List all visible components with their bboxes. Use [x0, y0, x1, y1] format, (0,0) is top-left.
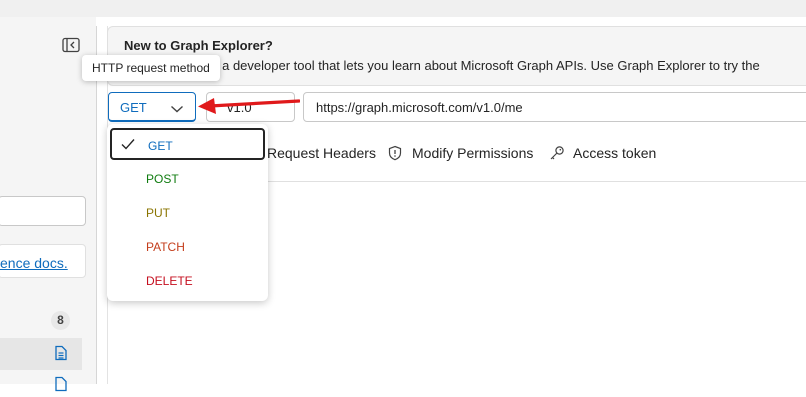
collapse-sidebar-icon[interactable] [62, 37, 80, 53]
method-option-label: DELETE [146, 274, 193, 288]
document-icon [54, 345, 68, 361]
method-option-post[interactable]: POST [110, 163, 265, 195]
sample-search-input[interactable] [0, 196, 86, 226]
selected-method: GET [120, 100, 147, 115]
shield-icon [387, 145, 403, 161]
chevron-down-icon [170, 101, 184, 113]
http-method-select[interactable]: GET [108, 92, 196, 122]
method-option-get[interactable]: GET [110, 128, 265, 160]
method-option-label: POST [146, 172, 179, 186]
method-option-label: PUT [146, 206, 170, 220]
method-option-delete[interactable]: DELETE [110, 265, 265, 297]
method-option-label: PATCH [146, 240, 185, 254]
http-method-dropdown: GET POST PUT PATCH DELETE [107, 124, 268, 301]
banner-title: New to Graph Explorer? [124, 38, 273, 53]
document-icon [54, 376, 68, 392]
tab-label: Access token [573, 145, 657, 161]
count-badge: 8 [51, 311, 70, 330]
method-option-put[interactable]: PUT [110, 197, 265, 229]
tab-label: Request Headers [267, 145, 376, 161]
banner-text: s a developer tool that lets you learn a… [212, 58, 760, 73]
tooltip: HTTP request method [82, 55, 220, 81]
top-bar [0, 0, 806, 17]
method-option-patch[interactable]: PATCH [110, 231, 265, 263]
query-url-input[interactable] [303, 92, 806, 122]
checkmark-icon [121, 138, 135, 150]
annotation-arrow [198, 98, 300, 114]
reference-docs-link[interactable]: ence docs. [0, 255, 84, 271]
tab-label: Modify Permissions [412, 145, 534, 161]
key-icon [549, 145, 565, 161]
method-option-label: GET [148, 139, 173, 153]
sample-query-row[interactable] [0, 338, 82, 370]
